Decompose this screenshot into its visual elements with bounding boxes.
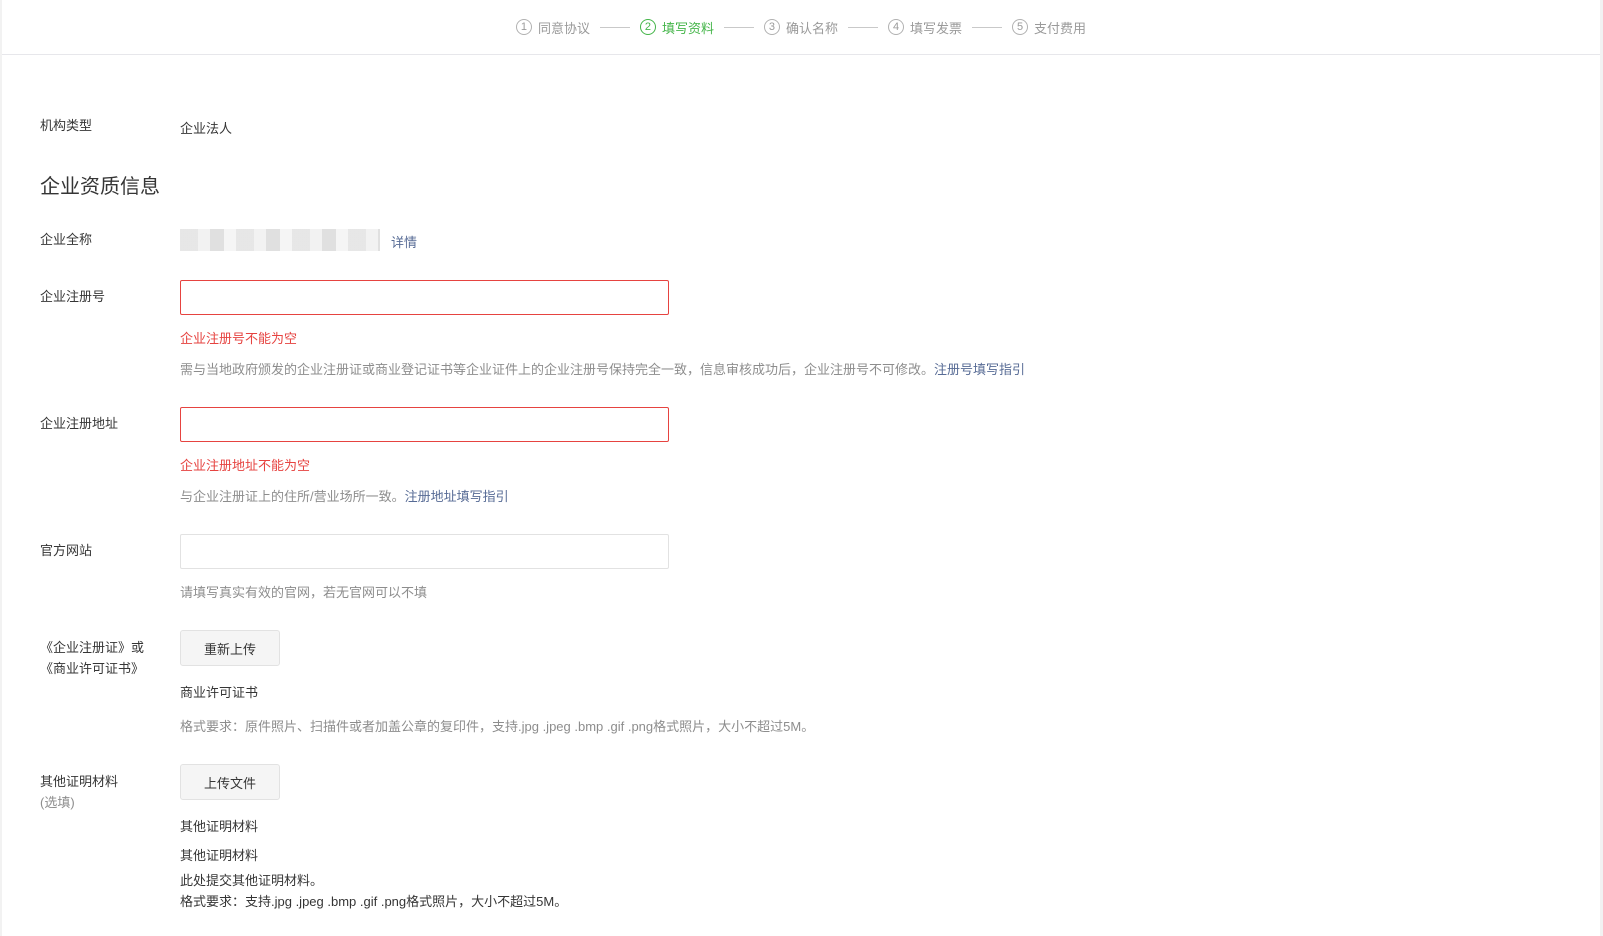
org-type-label: 机构类型 [40, 118, 93, 133]
reg-address-error: 企业注册地址不能为空 [180, 458, 311, 473]
step-4-number-icon: 4 [888, 19, 904, 35]
step-1-number-icon: 1 [515, 19, 532, 35]
website-label: 官方网站 [40, 543, 93, 558]
reupload-button[interactable]: 重新上传 [180, 630, 280, 666]
other-desc-line2: 格式要求：支持.jpg .jpeg .bmp .gif .png格式照片，大小不… [180, 894, 568, 909]
step-3-number-icon: 3 [763, 19, 780, 35]
step-5: 5 支付费用 [1012, 18, 1086, 37]
license-file-name: 商业许可证书 [180, 685, 259, 700]
reg-no-input[interactable] [180, 280, 669, 315]
reg-address-tip: 与企业注册证上的住所/营业场所一致。注册地址填写指引 [180, 486, 509, 505]
reg-address-tip-text: 与企业注册证上的住所/营业场所一致。 [180, 489, 405, 504]
license-label-line2: 《商业许可证书》 [40, 661, 145, 676]
section-title: 企业资质信息 [40, 176, 160, 198]
license-format-tip: 格式要求：原件照片、扫描件或者加盖公章的复印件，支持.jpg .jpeg .bm… [180, 719, 815, 734]
license-label-line1: 《企业注册证》或 [40, 640, 145, 655]
reg-no-error: 企业注册号不能为空 [180, 331, 298, 346]
other-label-optional: (选填) [40, 795, 75, 810]
other-desc-line1: 此处提交其他证明材料。 [180, 873, 324, 888]
org-type-value: 企业法人 [180, 121, 233, 136]
step-5-label: 支付费用 [1034, 20, 1087, 36]
step-separator [723, 26, 754, 28]
other-label-line1: 其他证明材料 [40, 774, 119, 789]
company-name-redacted [180, 229, 380, 251]
license-label: 《企业注册证》或 《商业许可证书》 [40, 637, 180, 679]
step-separator [972, 26, 1003, 28]
step-3-label: 确认名称 [785, 20, 838, 36]
reg-no-tip: 需与当地政府颁发的企业注册证或商业登记证书等企业证件上的企业注册号保持完全一致，… [180, 359, 1025, 378]
reg-address-input[interactable] [180, 407, 669, 442]
step-2-number-icon: 2 [639, 19, 656, 35]
step-2-label: 填写资料 [661, 20, 714, 36]
company-name-label: 企业全称 [40, 232, 93, 247]
website-input[interactable] [180, 534, 669, 569]
reg-no-tip-text: 需与当地政府颁发的企业注册证或商业登记证书等企业证件上的企业注册号保持完全一致，… [180, 362, 935, 377]
website-tip: 请填写真实有效的官网，若无官网可以不填 [180, 585, 428, 600]
reg-no-guide-link[interactable]: 注册号填写指引 [934, 362, 1025, 377]
step-1-label: 同意协议 [537, 20, 590, 36]
reg-address-label: 企业注册地址 [40, 416, 119, 431]
step-3: 3 确认名称 [763, 18, 838, 37]
step-4-label: 填写发票 [910, 20, 963, 36]
other-label: 其他证明材料 (选填) [40, 771, 180, 813]
upload-file-button[interactable]: 上传文件 [180, 764, 280, 800]
company-detail-link[interactable]: 详情 [391, 232, 417, 251]
step-5-number-icon: 5 [1012, 19, 1029, 35]
other-file-name: 其他证明材料 [180, 819, 259, 834]
step-separator [599, 26, 630, 28]
step-2: 2 填写资料 [639, 18, 714, 37]
step-4: 4 填写发票 [888, 18, 962, 37]
reg-address-guide-link[interactable]: 注册地址填写指引 [405, 489, 509, 504]
step-indicator: 1 同意协议 2 填写资料 3 确认名称 4 填写发票 5 支付费用 [2, 0, 1600, 55]
step-1: 1 同意协议 [515, 18, 590, 37]
reg-no-label: 企业注册号 [40, 289, 106, 304]
page: 1 同意协议 2 填写资料 3 确认名称 4 填写发票 5 支付费用 机构类型 … [2, 0, 1600, 936]
other-desc-title: 其他证明材料 [180, 848, 259, 863]
step-separator [848, 26, 878, 28]
